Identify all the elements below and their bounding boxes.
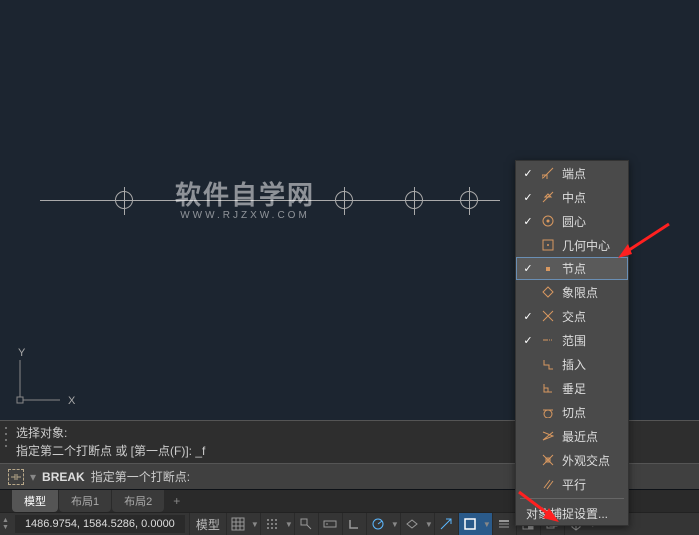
statusbar-expand[interactable]: ▲▼	[0, 517, 11, 531]
ortho-button[interactable]	[342, 513, 366, 535]
perpendicular-icon	[540, 380, 556, 396]
divide-marker	[405, 191, 423, 209]
osnap-label: 端点	[562, 165, 586, 182]
drawn-line	[40, 200, 500, 201]
osnap-label: 交点	[562, 308, 586, 325]
check-icon: ✓	[522, 310, 534, 323]
osnap-item-insert[interactable]: 插入	[516, 352, 628, 376]
divide-marker	[335, 191, 353, 209]
osnap-label: 插入	[562, 356, 586, 373]
endpoint-icon	[540, 165, 556, 181]
grid-dropdown[interactable]: ▼	[250, 513, 260, 535]
osnap-item-tangent[interactable]: 切点	[516, 400, 628, 424]
model-label: 模型	[196, 516, 220, 533]
osnap-item-apparent[interactable]: 外观交点	[516, 448, 628, 472]
check-icon: ✓	[522, 334, 534, 347]
osnap-item-extension[interactable]: ✓ 范围	[516, 328, 628, 352]
osnap-item-midpoint[interactable]: ✓ 中点	[516, 185, 628, 209]
snap-button[interactable]	[260, 513, 284, 535]
center-icon	[540, 213, 556, 229]
check-icon: ✓	[522, 167, 534, 180]
command-prompt-icon	[8, 469, 24, 485]
osnap-label: 圆心	[562, 213, 586, 230]
osnap-item-center[interactable]: ✓ 圆心	[516, 209, 628, 233]
osnap-label: 节点	[562, 260, 586, 277]
ucs-x-label: X	[68, 395, 75, 407]
ucs-y-label: Y	[18, 347, 25, 359]
quadrant-icon	[540, 284, 556, 300]
lineweight-button[interactable]	[492, 513, 516, 535]
tab-model[interactable]: 模型	[12, 490, 58, 512]
divide-marker	[460, 191, 478, 209]
command-name: BREAK	[42, 470, 85, 484]
osnap-label: 范围	[562, 332, 586, 349]
osnap-item-perpendicular[interactable]: 垂足	[516, 376, 628, 400]
apparent-icon	[540, 452, 556, 468]
annotation-arrow	[614, 222, 674, 265]
coordinates-readout[interactable]: 1486.9754, 1584.5286, 0.0000	[15, 515, 185, 533]
osnap-button[interactable]	[458, 513, 482, 535]
tab-add-button[interactable]: +	[165, 491, 188, 511]
osnap-dropdown[interactable]: ▼	[482, 513, 492, 535]
osnap-item-nearest[interactable]: 最近点	[516, 424, 628, 448]
constraint-button[interactable]	[294, 513, 318, 535]
tab-label: 模型	[24, 496, 46, 508]
check-icon: ✓	[522, 262, 534, 275]
insert-icon	[540, 356, 556, 372]
osnap-label: 中点	[562, 189, 586, 206]
osnap-label: 几何中心	[562, 237, 610, 254]
check-icon: ✓	[522, 191, 534, 204]
isodraft-dropdown[interactable]: ▼	[424, 513, 434, 535]
osnap-item-quadrant[interactable]: 象限点	[516, 280, 628, 304]
divide-marker	[115, 191, 133, 209]
tab-layout1[interactable]: 布局1	[59, 490, 111, 512]
command-handle[interactable]	[2, 425, 12, 449]
nearest-icon	[540, 428, 556, 444]
osnap-item-geocenter[interactable]: 几何中心	[516, 233, 628, 257]
midpoint-icon	[540, 189, 556, 205]
tab-layout2[interactable]: 布局2	[112, 490, 164, 512]
otrack-button[interactable]	[434, 513, 458, 535]
tab-label: 布局1	[71, 496, 99, 508]
watermark-url: WWW.RJZXW.COM	[175, 210, 315, 221]
intersection-icon	[540, 308, 556, 324]
tangent-icon	[540, 404, 556, 420]
watermark: 软件自学网 WWW.RJZXW.COM	[175, 175, 315, 221]
watermark-title: 软件自学网	[175, 175, 315, 212]
osnap-label: 切点	[562, 404, 586, 421]
osnap-item-endpoint[interactable]: ✓ 端点	[516, 161, 628, 185]
osnap-label: 垂足	[562, 380, 586, 397]
osnap-label: 最近点	[562, 428, 598, 445]
geocenter-icon	[540, 237, 556, 253]
extension-icon	[540, 332, 556, 348]
osnap-item-node[interactable]: ✓ 节点	[516, 257, 628, 280]
annotation-arrow	[517, 490, 567, 533]
dynamic-input-button[interactable]	[318, 513, 342, 535]
node-icon	[540, 261, 556, 277]
snap-dropdown[interactable]: ▼	[284, 513, 294, 535]
osnap-label: 象限点	[562, 284, 598, 301]
polar-dropdown[interactable]: ▼	[390, 513, 400, 535]
grid-button[interactable]	[226, 513, 250, 535]
isodraft-button[interactable]	[400, 513, 424, 535]
coords-value: 1486.9754, 1584.5286, 0.0000	[25, 518, 175, 530]
tab-label: 布局2	[124, 496, 152, 508]
osnap-context-menu: ✓ 端点 ✓ 中点 ✓ 圆心 几何中心 ✓ 节点 象限点 ✓ 交点 ✓ 范围	[515, 160, 629, 526]
model-space-button[interactable]: 模型	[189, 513, 226, 535]
osnap-item-intersection[interactable]: ✓ 交点	[516, 304, 628, 328]
command-prompt: 指定第一个打断点:	[91, 468, 190, 485]
add-label: +	[173, 494, 180, 508]
osnap-label: 外观交点	[562, 452, 610, 469]
polar-button[interactable]	[366, 513, 390, 535]
check-icon: ✓	[522, 215, 534, 228]
